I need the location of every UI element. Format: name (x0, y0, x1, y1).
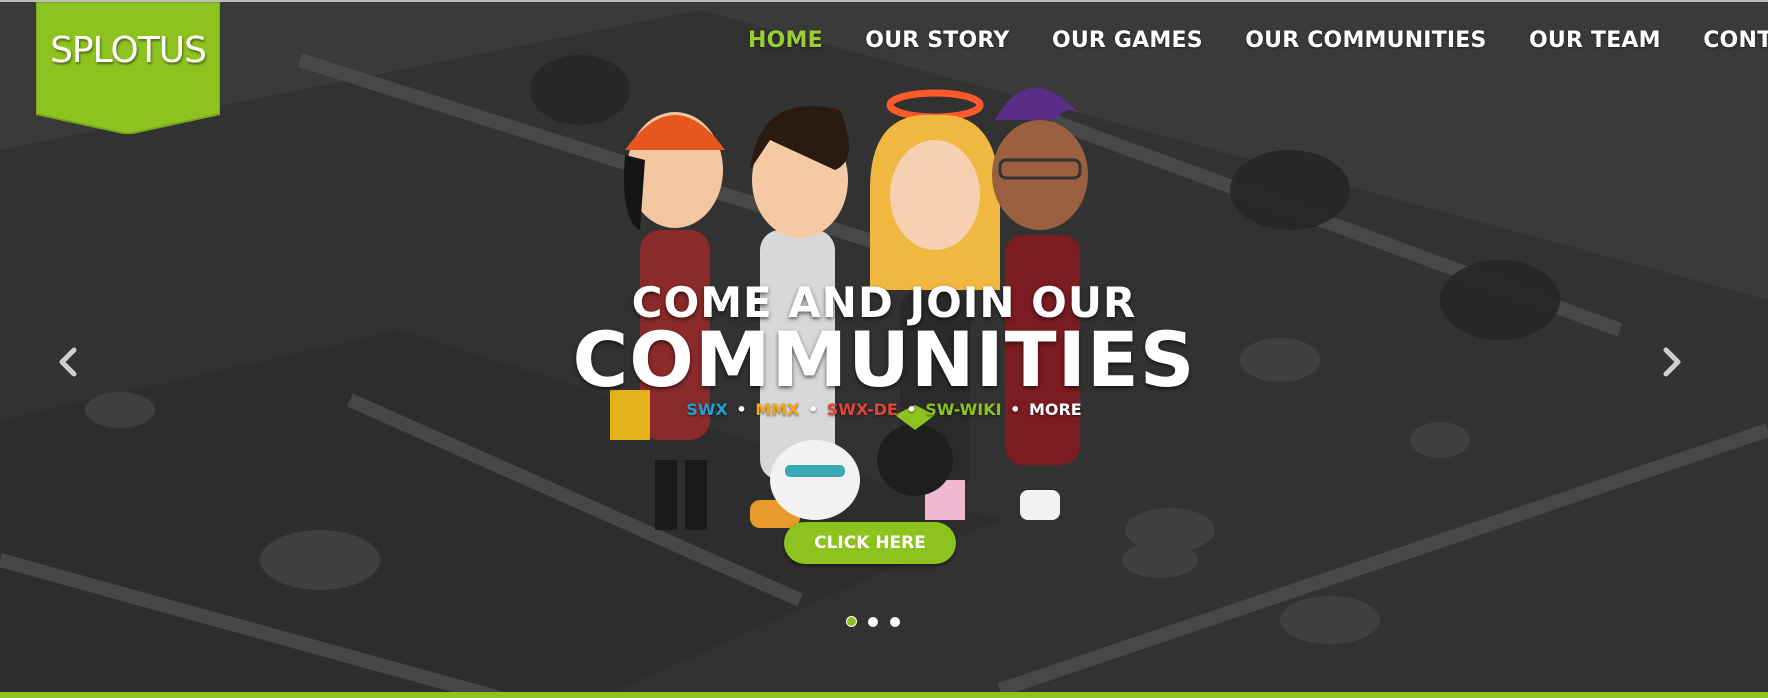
community-links: SWX • MMX • SWX-DE • SW-WIKI • MORE (0, 400, 1768, 419)
nav-our-story[interactable]: OUR STORY (865, 28, 1009, 53)
link-more[interactable]: MORE (1029, 400, 1082, 419)
carousel-pagination (846, 614, 907, 632)
nav-our-games[interactable]: OUR GAMES (1052, 28, 1203, 53)
click-here-button[interactable]: CLICK HERE (784, 522, 956, 564)
nav-our-team[interactable]: OUR TEAM (1529, 28, 1661, 53)
hero-line-2: COMMUNITIES (572, 315, 1196, 404)
carousel-dot-1[interactable] (846, 616, 857, 627)
logo-text[interactable]: SPLOTUS (36, 30, 220, 71)
chevron-right-icon[interactable] (1652, 342, 1692, 382)
separator: • (807, 400, 819, 419)
separator: • (736, 400, 747, 419)
carousel-dot-3[interactable] (889, 617, 900, 627)
separator: • (1010, 400, 1021, 419)
chevron-left-icon[interactable] (48, 342, 88, 382)
link-sw-wiki[interactable]: SW-WIKI (925, 400, 1001, 419)
nav-home[interactable]: HOME (748, 28, 823, 53)
link-mmx[interactable]: MMX (755, 400, 799, 419)
nav-contact[interactable]: CONTACT U (1703, 28, 1768, 53)
nav-our-communities[interactable]: OUR COMMUNITIES (1245, 28, 1486, 53)
main-nav: HOME OUR STORY OUR GAMES OUR COMMUNITIES… (748, 28, 1768, 53)
carousel-dot-2[interactable] (868, 617, 879, 627)
hero-slider: SPLOTUS HOME OUR STORY OUR GAMES OUR COM… (0, 0, 1768, 698)
link-swx[interactable]: SWX (686, 400, 728, 419)
bottom-accent-bar (0, 692, 1768, 698)
link-swx-de[interactable]: SWX-DE (827, 400, 898, 419)
top-border (0, 0, 1768, 2)
separator: • (906, 400, 917, 419)
